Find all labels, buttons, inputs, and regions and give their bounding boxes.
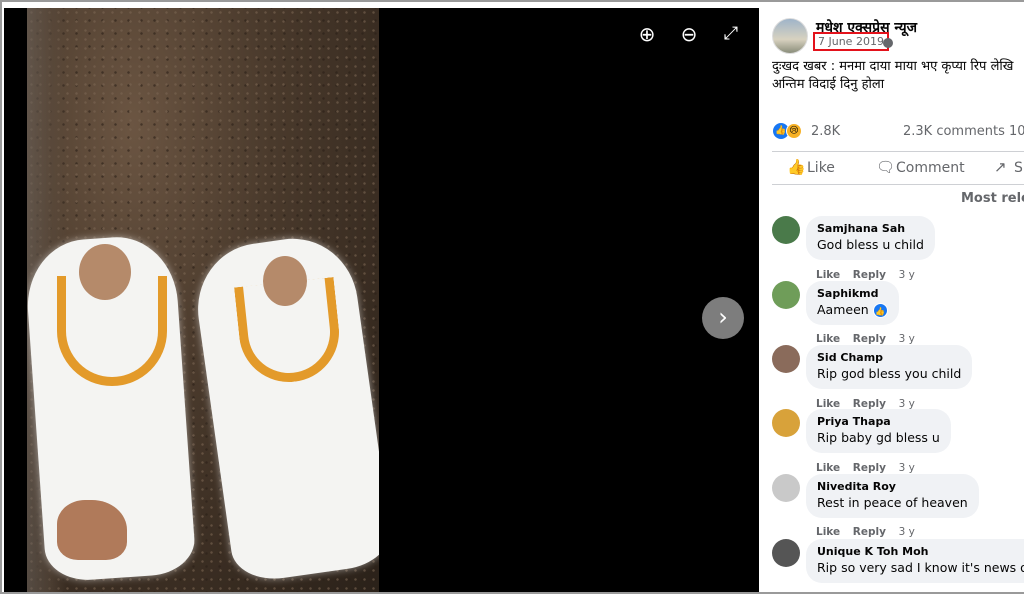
divider <box>772 151 1024 152</box>
comment-author[interactable]: Saphikmd <box>817 286 888 301</box>
comment-time: 3 y <box>898 333 915 345</box>
comment-bubble: Samjhana Sah God bless u child <box>806 216 935 260</box>
comment-reply-link[interactable]: Reply <box>853 526 886 538</box>
comment-like-link[interactable]: Like <box>816 269 840 281</box>
comment-text: Rest in peace of heaven <box>817 495 968 510</box>
comment-author[interactable]: Priya Thapa <box>817 414 940 429</box>
chevron-right-icon: › <box>718 303 728 331</box>
comment-actions: Like Reply 3 y <box>816 269 924 281</box>
comment-text: Rip god bless you child <box>817 366 962 381</box>
comment-like-link[interactable]: Like <box>816 462 840 474</box>
comment-actions: Like Reply 3 y <box>816 462 924 474</box>
avatar[interactable] <box>772 474 800 502</box>
comment-text: Aameen 👍 <box>817 301 888 318</box>
comment-time: 3 y <box>898 462 915 474</box>
post-date[interactable]: 7 June 2019 <box>813 32 889 51</box>
comment-bubble: Sid Champ Rip god bless you child <box>806 345 973 389</box>
comment-author[interactable]: Sid Champ <box>817 350 961 365</box>
avatar[interactable] <box>772 345 800 373</box>
comment-bubble: Priya Thapa Rip baby gd bless u <box>806 409 951 453</box>
comment-actions: Like Reply 3 y <box>816 333 924 345</box>
sad-reaction-icon: 😢 <box>786 123 802 139</box>
like-button[interactable]: 👍Like <box>787 158 835 176</box>
comment-share-count[interactable]: 2.3K comments 103 <box>903 124 1024 139</box>
next-photo-button[interactable]: › <box>702 297 744 339</box>
comment-sort-dropdown[interactable]: Most relev <box>961 191 1024 206</box>
comment-like-link[interactable]: Like <box>816 526 840 538</box>
comment-time: 3 y <box>898 526 915 538</box>
share-icon: ↗ <box>994 158 1007 176</box>
fullscreen-icon[interactable]: ⤢ <box>718 21 744 47</box>
comment-reply-link[interactable]: Reply <box>853 269 886 281</box>
comment-reply-link[interactable]: Reply <box>853 462 886 474</box>
comment-author[interactable]: Samjhana Sah <box>817 221 924 236</box>
post-photo <box>27 8 379 592</box>
globe-icon <box>883 38 893 48</box>
photo-viewer: ⊕ ⊖ ⤢ › <box>4 8 759 592</box>
like-badge-icon: 👍 <box>872 303 888 318</box>
comment-reply-link[interactable]: Reply <box>853 333 886 345</box>
page-avatar[interactable] <box>772 18 808 54</box>
comment-time: 3 y <box>898 269 915 281</box>
thumbs-up-icon: 👍 <box>787 158 806 176</box>
comment-author[interactable]: Nivedita Roy <box>817 479 968 494</box>
avatar[interactable] <box>772 281 800 309</box>
comment-bubble: Unique K Toh Moh Rip so very sad I know … <box>806 539 1024 583</box>
comment-actions: Like Reply 3 y <box>816 526 924 538</box>
reaction-count[interactable]: 2.8K <box>811 124 840 139</box>
zoom-in-icon[interactable]: ⊕ <box>634 21 660 47</box>
divider <box>772 184 1024 185</box>
comment-bubble: Nivedita Roy Rest in peace of heaven <box>806 474 979 518</box>
comment-icon: 🗨 <box>876 158 896 176</box>
post-text: दुःखद खबर : मनमा दाया माया भए कृप्या रिप… <box>772 59 1014 92</box>
comment-bubble: Saphikmd Aameen 👍 <box>806 281 899 325</box>
avatar[interactable] <box>772 409 800 437</box>
comment-text: God bless u child <box>817 237 924 252</box>
avatar[interactable] <box>772 216 800 244</box>
comment-author[interactable]: Unique K Toh Moh <box>817 544 1024 559</box>
comment-text: Rip baby gd bless u <box>817 430 940 445</box>
facebook-photo-window: ⊕ ⊖ ⤢ › मधेश एक्सप्रेस न्यूज 7 June 2019… <box>0 0 1024 594</box>
zoom-out-icon[interactable]: ⊖ <box>676 21 702 47</box>
post-sidebar: मधेश एक्सप्रेस न्यूज 7 June 2019 दुःखद ख… <box>759 8 1024 592</box>
comment-button[interactable]: 🗨Comment <box>876 158 965 176</box>
avatar[interactable] <box>772 539 800 567</box>
share-button[interactable]: ↗ S <box>994 158 1023 176</box>
comment-like-link[interactable]: Like <box>816 333 840 345</box>
comment-text: Rip so very sad I know it's news of it <box>817 560 1024 575</box>
